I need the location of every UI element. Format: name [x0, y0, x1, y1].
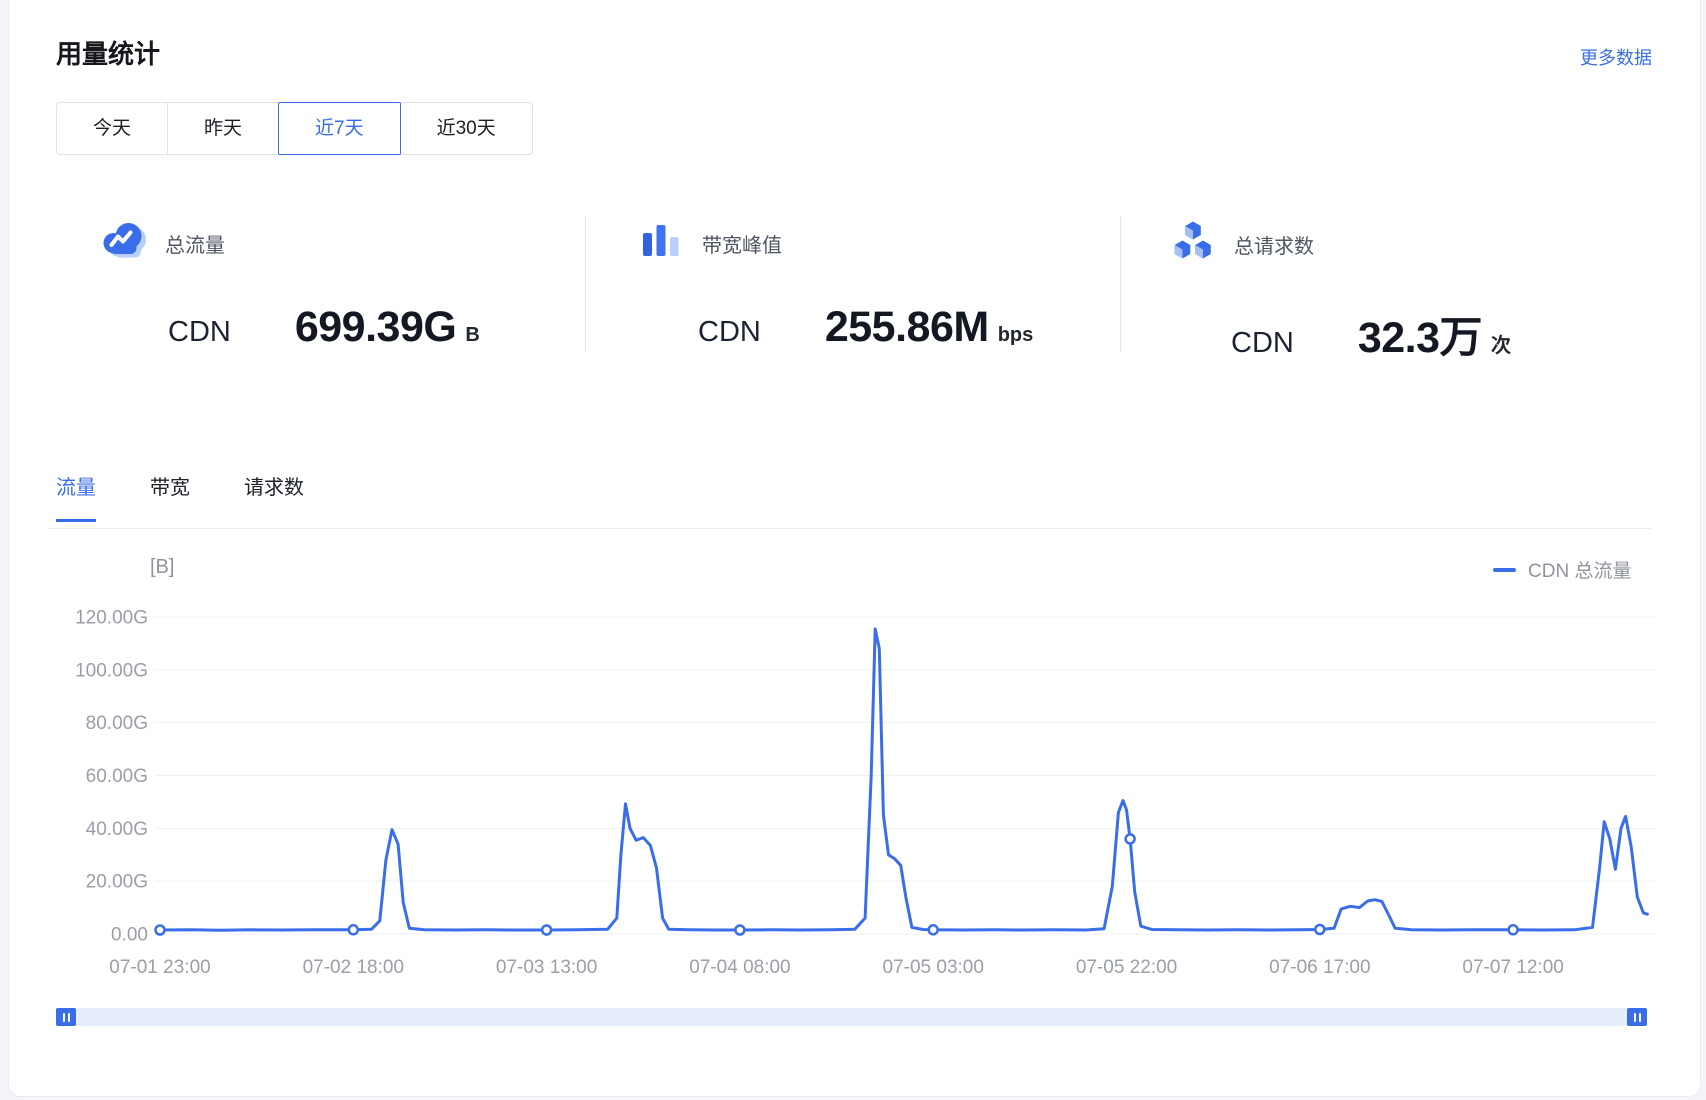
time-range-tabs: 今天 昨天 近7天 近30天 — [56, 102, 533, 155]
stat-unit: B — [465, 324, 479, 347]
x-axis-tick-label: 07-04 08:00 — [689, 957, 790, 978]
x-axis-tick-label: 07-07 12:00 — [1462, 957, 1563, 978]
data-point-marker[interactable] — [156, 926, 165, 935]
handle-grip-bar — [1634, 1013, 1636, 1022]
cdn-traffic-line — [160, 629, 1647, 930]
x-axis-tick-label: 07-05 22:00 — [1076, 957, 1177, 978]
stat-peak-bandwidth-value: CDN 255.86M bps — [698, 303, 1033, 352]
handle-grip-bar — [1639, 1013, 1641, 1022]
data-point-marker[interactable] — [735, 926, 744, 935]
stat-unit: 次 — [1491, 329, 1511, 358]
y-axis-tick-label: 80.00G — [86, 713, 148, 734]
more-data-link[interactable]: 更多数据 — [1580, 44, 1652, 70]
data-point-marker[interactable] — [349, 925, 358, 934]
chart-tab-traffic[interactable]: 流量 — [56, 471, 96, 522]
data-point-marker[interactable] — [1315, 925, 1324, 934]
y-axis-tick-label: 20.00G — [86, 872, 148, 893]
chart-tab-bandwidth[interactable]: 带宽 — [150, 471, 190, 522]
y-axis-tick-label: 40.00G — [86, 819, 148, 840]
data-point-marker[interactable] — [1126, 834, 1135, 843]
stat-label: 总流量 — [165, 229, 225, 258]
y-axis-tick-label: 120.00G — [75, 607, 148, 628]
traffic-cloud-icon — [100, 220, 147, 267]
stat-total-traffic: 总流量 — [100, 220, 225, 267]
bandwidth-bars-icon — [640, 220, 684, 267]
data-point-marker[interactable] — [1509, 925, 1518, 934]
page-title: 用量统计 — [56, 34, 160, 71]
data-point-marker[interactable] — [929, 925, 938, 934]
stat-value: 32.3万 — [1358, 303, 1482, 365]
stat-peak-bandwidth: 带宽峰值 — [640, 220, 782, 267]
x-axis-tick-label: 07-01 23:00 — [109, 957, 210, 978]
handle-grip-bar — [63, 1013, 65, 1022]
x-axis-tick-label: 07-02 18:00 — [303, 957, 404, 978]
time-tab-yesterday[interactable]: 昨天 — [167, 102, 279, 155]
requests-cubes-icon — [1170, 220, 1216, 269]
stats-divider — [1120, 216, 1121, 352]
stat-unit: bps — [998, 324, 1034, 347]
stats-divider — [585, 216, 586, 352]
stat-label: 总请求数 — [1234, 230, 1314, 259]
x-axis-tick-label: 07-06 17:00 — [1269, 957, 1370, 978]
y-axis-tick-label: 100.00G — [75, 660, 148, 681]
y-axis-tick-label: 60.00G — [86, 766, 148, 787]
stat-total-requests-value: CDN 32.3万 次 — [1231, 303, 1511, 365]
cdn-usage-dashboard: { "header": { "title": "用量统计", "more_lin… — [0, 0, 1706, 1100]
slider-handle-right[interactable] — [1627, 1008, 1647, 1026]
chart-tabs-divider — [48, 528, 1652, 529]
chart-tab-requests[interactable]: 请求数 — [244, 471, 304, 522]
slider-handle-left[interactable] — [56, 1008, 76, 1026]
stat-total-requests: 总请求数 — [1170, 220, 1314, 269]
stat-product: CDN — [168, 316, 231, 349]
stat-value: 699.39G — [295, 303, 456, 352]
handle-grip-bar — [68, 1013, 70, 1022]
chart-metric-tabs: 流量 带宽 请求数 — [56, 471, 304, 522]
chart-range-slider-track[interactable] — [56, 1008, 1647, 1026]
y-axis-tick-label: 0.00 — [111, 925, 148, 946]
stat-total-traffic-value: CDN 699.39G B — [168, 303, 480, 352]
data-point-marker[interactable] — [542, 926, 551, 935]
time-tab-last7days[interactable]: 近7天 — [278, 102, 401, 155]
stat-label: 带宽峰值 — [702, 229, 782, 258]
time-tab-today[interactable]: 今天 — [56, 102, 168, 155]
stat-value: 255.86M — [825, 303, 989, 352]
x-axis-tick-label: 07-05 03:00 — [883, 957, 984, 978]
traffic-line-chart[interactable]: 0.00 20.00G 40.00G 60.00G 80.00G 100.00G 120.0… — [0, 540, 1706, 1010]
stat-product: CDN — [698, 316, 761, 349]
x-axis-tick-label: 07-03 13:00 — [496, 957, 597, 978]
time-tab-last30days[interactable]: 近30天 — [400, 102, 533, 155]
stat-product: CDN — [1231, 327, 1294, 360]
